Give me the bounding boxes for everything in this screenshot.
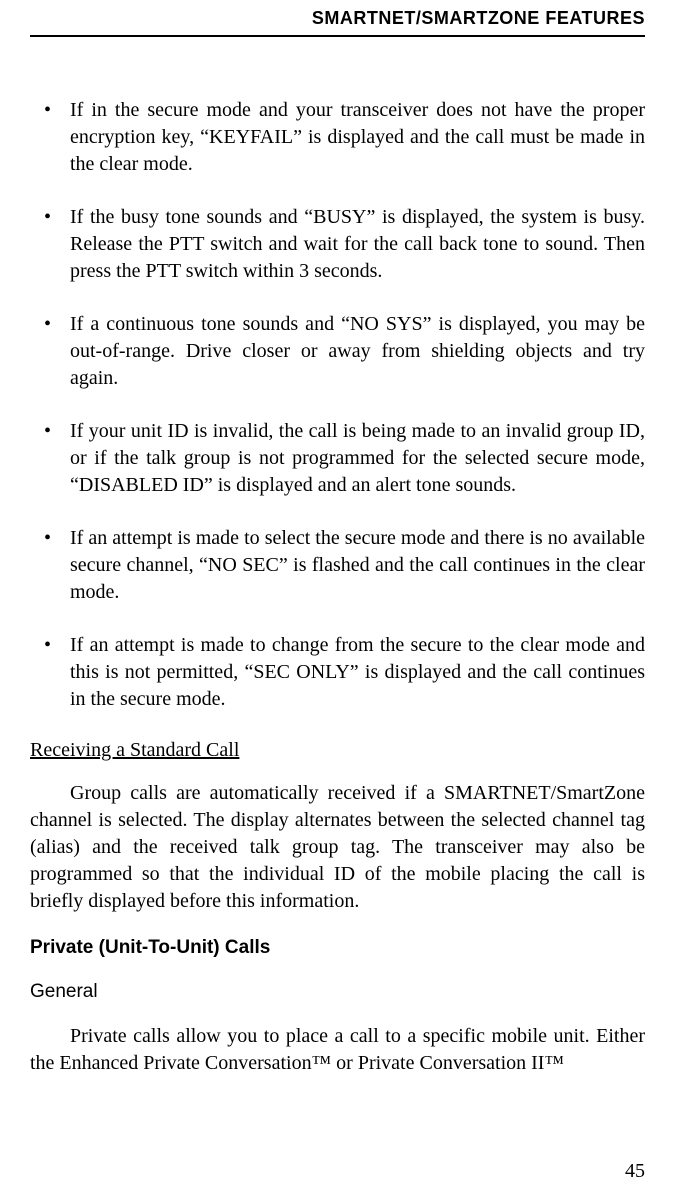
bullet-item: If an attempt is made to select the secu… (70, 525, 645, 606)
bullet-item: If a continuous tone sounds and “NO SYS”… (70, 311, 645, 392)
bullet-item: If an attempt is made to change from the… (70, 632, 645, 713)
bullet-item: If the busy tone sounds and “BUSY” is di… (70, 204, 645, 285)
header-title: SMARTNET/SMARTZONE FEATURES (312, 8, 645, 28)
page-number: 45 (625, 1160, 645, 1183)
paragraph-receiving: Group calls are automatically received i… (30, 780, 645, 915)
bullet-item: If in the secure mode and your transceiv… (70, 97, 645, 178)
bullet-list: If in the secure mode and your transceiv… (30, 97, 645, 713)
sub-section-heading-general: General (30, 981, 645, 1003)
paragraph-private: Private calls allow you to place a call … (30, 1023, 645, 1077)
section-heading-private: Private (Unit-To-Unit) Calls (30, 937, 645, 959)
subheading-receiving: Receiving a Standard Call (30, 739, 645, 762)
header-divider (30, 35, 645, 37)
bullet-item: If your unit ID is invalid, the call is … (70, 418, 645, 499)
page-header: SMARTNET/SMARTZONE FEATURES (30, 0, 645, 35)
